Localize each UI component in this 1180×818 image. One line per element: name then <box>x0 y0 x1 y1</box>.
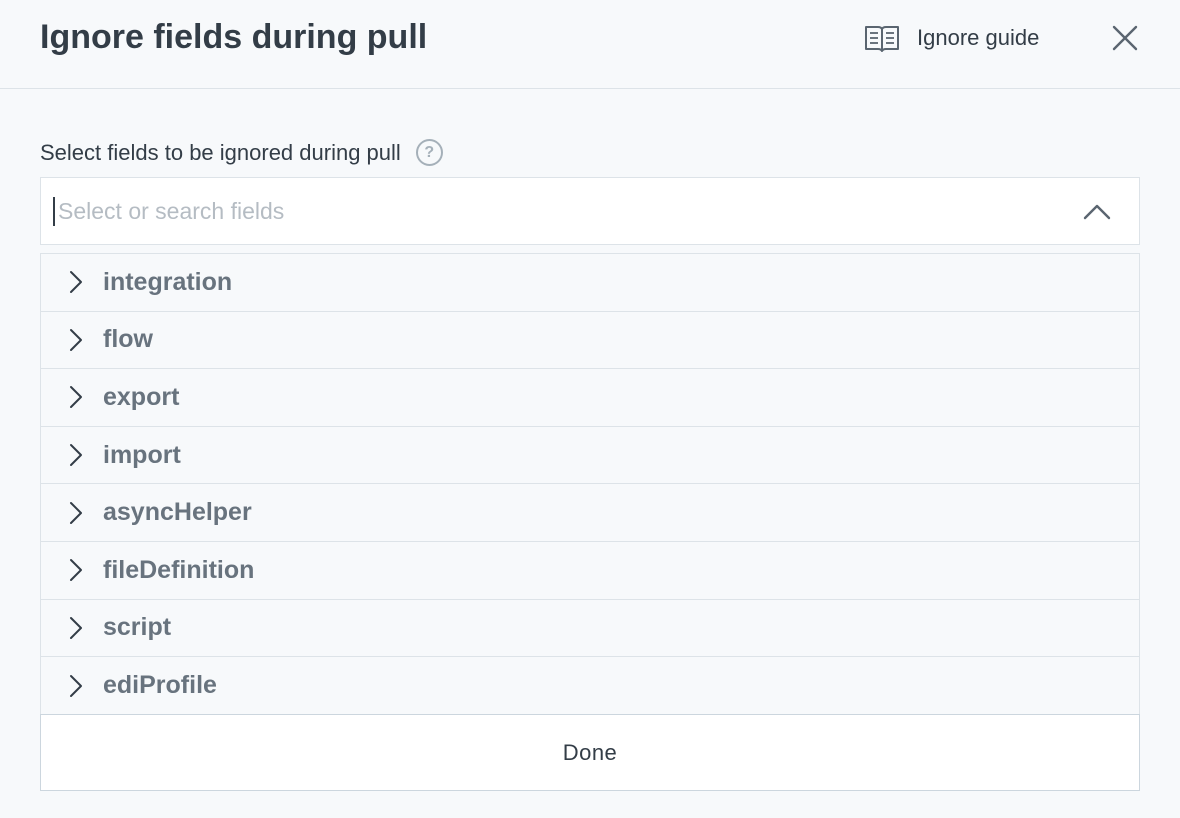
option-flow[interactable]: flow <box>41 312 1139 370</box>
fields-select[interactable] <box>40 177 1140 245</box>
option-label: export <box>103 382 180 411</box>
chevron-right-icon[interactable] <box>68 501 84 525</box>
option-label: integration <box>103 267 233 296</box>
ignore-guide-link[interactable]: Ignore guide <box>864 22 1039 54</box>
option-import[interactable]: import <box>41 427 1139 485</box>
done-button[interactable]: Done <box>40 714 1140 791</box>
fields-select-label: Select fields to be ignored during pull … <box>40 139 443 166</box>
option-label: script <box>103 613 172 642</box>
option-label: ediProfile <box>103 671 217 700</box>
option-ediprofile[interactable]: ediProfile <box>41 657 1139 715</box>
ignore-guide-label: Ignore guide <box>917 25 1040 50</box>
close-icon[interactable] <box>1111 24 1139 52</box>
dialog-title: Ignore fields during pull <box>40 18 428 56</box>
option-label: import <box>103 440 181 469</box>
help-icon[interactable]: ? <box>415 139 443 166</box>
chevron-right-icon[interactable] <box>68 616 84 640</box>
chevron-up-icon[interactable] <box>1081 200 1113 224</box>
chevron-right-icon[interactable] <box>68 443 84 467</box>
fields-search-input[interactable] <box>53 178 1053 244</box>
chevron-right-icon[interactable] <box>68 558 84 582</box>
option-script[interactable]: script <box>41 600 1139 658</box>
option-label: flow <box>103 325 153 354</box>
option-label: fileDefinition <box>103 555 255 584</box>
done-button-label: Done <box>562 739 618 765</box>
fields-select-label-text: Select fields to be ignored during pull <box>40 139 401 165</box>
chevron-right-icon[interactable] <box>68 328 84 352</box>
chevron-right-icon[interactable] <box>68 385 84 409</box>
dialog-header: Ignore fields during pull Ignore guide <box>0 0 1180 89</box>
fields-options-list: integration flow export import asyncHelp… <box>40 253 1140 714</box>
option-asynchelper[interactable]: asyncHelper <box>41 484 1139 542</box>
option-label: asyncHelper <box>103 498 252 527</box>
chevron-right-icon[interactable] <box>68 270 84 294</box>
chevron-right-icon[interactable] <box>68 674 84 698</box>
book-open-icon <box>865 26 899 52</box>
option-filedefinition[interactable]: fileDefinition <box>41 542 1139 600</box>
option-export[interactable]: export <box>41 369 1139 427</box>
option-integration[interactable]: integration <box>41 254 1139 312</box>
